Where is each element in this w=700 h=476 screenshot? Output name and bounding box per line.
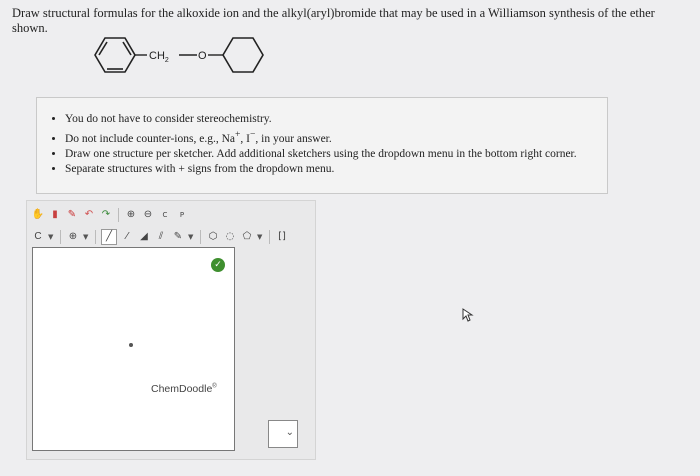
pencil-icon[interactable]: ✎	[65, 208, 79, 222]
chevron-down-icon[interactable]: ▼	[83, 233, 90, 241]
toolbar-divider	[118, 208, 119, 222]
benzene-ring	[94, 37, 136, 73]
drawing-canvas[interactable]: ✓	[32, 247, 235, 451]
single-bond-icon[interactable]: ╱	[101, 229, 117, 245]
ring-cyclohexane-icon[interactable]: ◌	[223, 230, 237, 244]
bond-pencil-icon[interactable]: ✎	[171, 230, 185, 244]
double-bond-icon[interactable]: ⁄	[120, 230, 134, 244]
c-sty-icon[interactable]: C	[158, 208, 172, 222]
chevron-down-icon[interactable]: ▼	[257, 233, 264, 241]
redo-icon[interactable]: ↷	[99, 208, 113, 222]
check-icon[interactable]: ✓	[211, 258, 225, 272]
chevron-down-icon[interactable]: ▼	[48, 233, 55, 241]
target-ether-structure: CH2 O	[94, 37, 264, 73]
charge-icon[interactable]: ⊕	[66, 230, 80, 244]
toolbar-divider	[60, 230, 61, 244]
toolbar-divider	[200, 230, 201, 244]
hash-bond-icon[interactable]: ⫽	[154, 230, 168, 244]
ring-hexagon-icon[interactable]: ⬡	[206, 230, 220, 244]
ch2-label: CH2	[149, 50, 169, 64]
instruction-item: Separate structures with + signs from th…	[65, 162, 607, 177]
instructions-box: You do not have to consider stereochemis…	[36, 97, 608, 194]
instruction-item: You do not have to consider stereochemis…	[65, 112, 607, 127]
instruction-item: Do not include counter-ions, e.g., Na+, …	[65, 127, 607, 147]
instruction-item: Draw one structure per sketcher. Add add…	[65, 147, 607, 162]
atom-selector[interactable]: C	[31, 230, 45, 244]
mouse-pointer-icon	[462, 308, 474, 322]
canvas-dot	[129, 343, 133, 347]
toolbar-divider	[95, 230, 96, 244]
ring-pentagon-icon[interactable]: ⬠	[240, 230, 254, 244]
chevron-down-icon: ⌄	[285, 427, 294, 438]
add-sketcher-dropdown[interactable]: ⌄	[268, 420, 298, 448]
hand-icon[interactable]: ✋	[31, 208, 45, 222]
chemdoodle-logo: ChemDoodle®	[151, 383, 217, 395]
toolbar-row-1: ✋ ▮ ✎ ↶ ↷ ⊕ ⊖ C P	[31, 205, 189, 225]
toolbar-row-2: C ▼ ⊕ ▼ ╱ ⁄ ◢ ⫽ ✎ ▼ ⬡ ◌ ⬠ ▼ []	[31, 227, 289, 247]
wedge-bond-icon[interactable]: ◢	[137, 230, 151, 244]
zoom-in-icon[interactable]: ⊕	[124, 208, 138, 222]
p-info-icon[interactable]: P	[175, 208, 189, 222]
undo-icon[interactable]: ↶	[82, 208, 96, 222]
oxygen-label: O	[198, 50, 207, 62]
zoom-out-icon[interactable]: ⊖	[141, 208, 155, 222]
toolbar-divider	[269, 230, 270, 244]
bracket-icon[interactable]: []	[275, 230, 289, 244]
chevron-down-icon[interactable]: ▼	[188, 233, 195, 241]
eraser-icon[interactable]: ▮	[48, 208, 62, 222]
cyclohexane-ring	[222, 37, 264, 73]
